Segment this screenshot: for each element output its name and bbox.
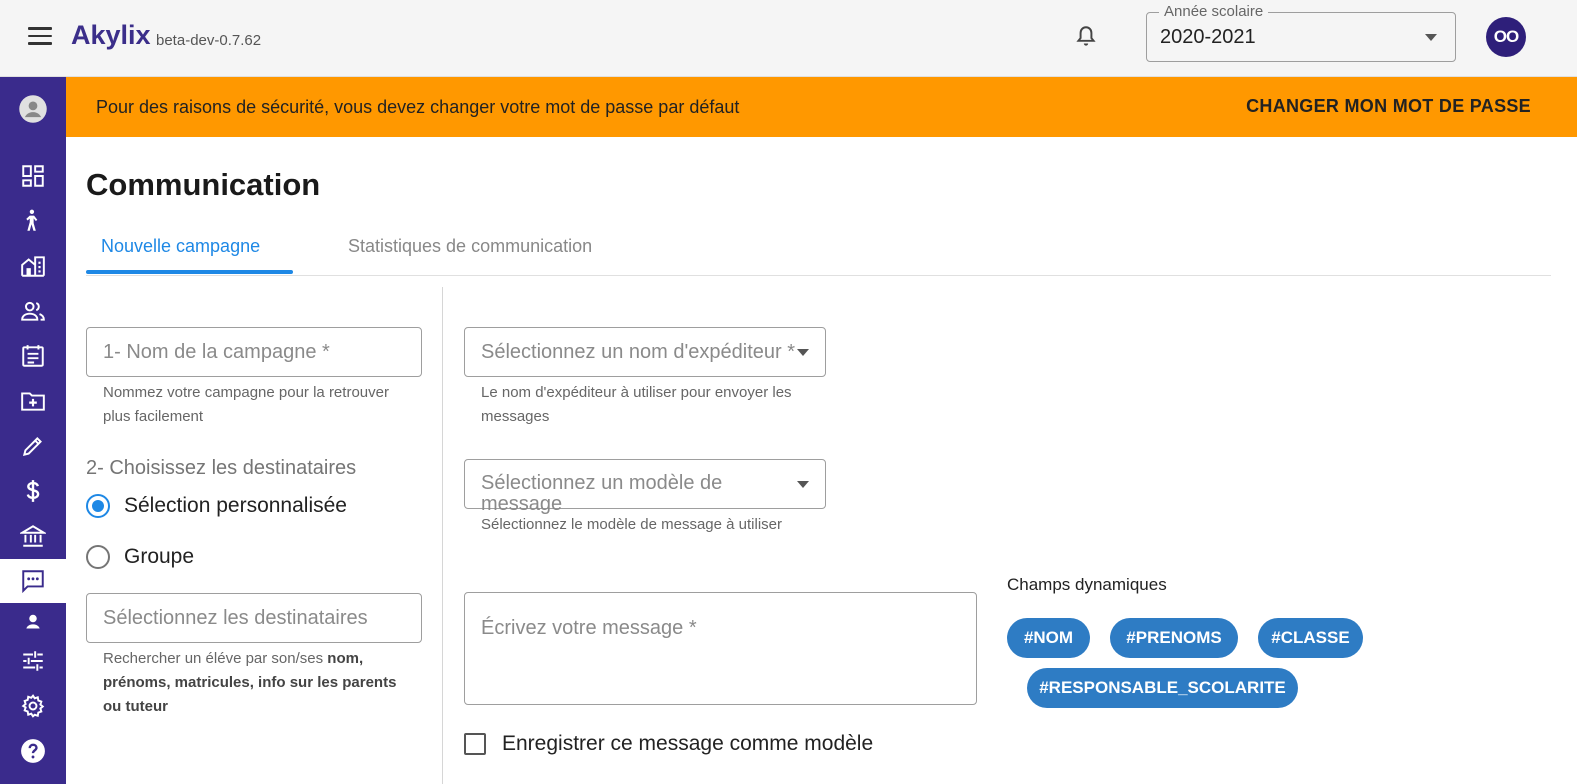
- sidebar-item-profile[interactable]: [0, 87, 66, 131]
- save-template-checkbox[interactable]: Enregistrer ce message comme modèle: [464, 732, 873, 756]
- tab-new-campaign[interactable]: Nouvelle campagne: [101, 236, 260, 257]
- account-circle-icon: [19, 95, 47, 123]
- recipients-input[interactable]: Sélectionnez les destinataires: [86, 593, 422, 643]
- campaign-name-input[interactable]: 1- Nom de la campagne *: [86, 327, 422, 377]
- gear-icon: [21, 694, 45, 718]
- sidebar: [0, 77, 66, 784]
- sidebar-item-calendar[interactable]: [0, 334, 66, 378]
- sidebar-item-people[interactable]: [0, 289, 66, 333]
- sidebar-item-communication[interactable]: [0, 559, 66, 603]
- school-year-value: 2020-2021: [1160, 26, 1256, 48]
- bell-icon[interactable]: [1073, 23, 1099, 51]
- folder-add-icon: [21, 392, 45, 411]
- banner-message: Pour des raisons de sécurité, vous devez…: [96, 97, 740, 117]
- tabs: Nouvelle campagne Statistiques de commun…: [86, 230, 1551, 276]
- sender-hint: Le nom d'expéditeur à utiliser pour envo…: [481, 384, 792, 425]
- active-tab-indicator: [86, 270, 293, 274]
- template-placeholder: Sélectionnez un modèle de message: [481, 472, 723, 515]
- chip-responsable-scolarite[interactable]: #RESPONSABLE_SCOLARITE: [1027, 668, 1298, 708]
- sidebar-item-finance[interactable]: [0, 469, 66, 513]
- sidebar-item-folder[interactable]: [0, 379, 66, 423]
- sliders-icon: [23, 651, 43, 671]
- version-label: beta-dev-0.7.62: [156, 32, 262, 49]
- column-divider: [442, 287, 443, 784]
- sender-placeholder: Sélectionnez un nom d'expéditeur *: [481, 341, 796, 363]
- radio-custom-label: Sélection personnalisée: [124, 494, 347, 517]
- template-select[interactable]: Sélectionnez un modèle de message: [464, 459, 826, 515]
- people-icon: [21, 301, 45, 321]
- sender-select[interactable]: Sélectionnez un nom d'expéditeur *: [464, 327, 826, 377]
- sidebar-item-students[interactable]: [0, 199, 66, 243]
- school-year-label: Année scolaire: [1159, 3, 1269, 20]
- avatar[interactable]: OO: [1486, 17, 1526, 57]
- save-template-label: Enregistrer ce message comme modèle: [502, 732, 874, 755]
- sidebar-item-edit[interactable]: [0, 424, 66, 468]
- school-year-select[interactable]: Année scolaire 2020-2021: [1146, 3, 1456, 62]
- campaign-name-hint: Nommez votre campagne pour la retrouver …: [103, 384, 389, 425]
- calendar-note-icon: [22, 345, 44, 367]
- sidebar-item-user[interactable]: [0, 599, 66, 643]
- radio-group[interactable]: Groupe: [86, 543, 194, 571]
- sidebar-item-bank[interactable]: [0, 514, 66, 558]
- message-placeholder: Écrivez votre message *: [481, 617, 697, 639]
- page-title: Communication: [86, 167, 321, 202]
- security-banner: Pour des raisons de sécurité, vous devez…: [66, 77, 1577, 137]
- chevron-down-icon: [1425, 34, 1437, 41]
- chevron-down-icon: [797, 481, 809, 488]
- chevron-down-icon: [797, 349, 809, 356]
- bank-icon: [20, 525, 46, 547]
- radio-unchecked-icon: [86, 545, 110, 569]
- chip-classe[interactable]: #CLASSE: [1258, 618, 1363, 658]
- student-icon: [26, 209, 38, 231]
- help-icon: [21, 739, 45, 763]
- chip-nom[interactable]: #NOM: [1007, 618, 1090, 658]
- template-hint: Sélectionnez le modèle de message à util…: [481, 516, 783, 533]
- radio-group-label: Groupe: [124, 545, 195, 568]
- building-icon: [21, 256, 45, 277]
- menu-icon[interactable]: [28, 27, 52, 47]
- top-bar: Akylix beta-dev-0.7.62 Année scolaire 20…: [0, 0, 1577, 77]
- sidebar-item-help[interactable]: [0, 729, 66, 773]
- dynamic-fields-title: Champs dynamiques: [1007, 575, 1167, 594]
- chip-prenoms[interactable]: #PRENOMS: [1110, 618, 1238, 658]
- recipients-hint-prefix: Rechercher un éléve par son/ses: [103, 650, 328, 667]
- campaign-name-placeholder: 1- Nom de la campagne *: [103, 341, 330, 363]
- recipients-placeholder: Sélectionnez les destinataires: [103, 607, 368, 629]
- checkbox-icon: [464, 733, 486, 755]
- tab-statistics[interactable]: Statistiques de communication: [348, 236, 592, 257]
- sidebar-item-buildings[interactable]: [0, 244, 66, 288]
- radio-custom-selection[interactable]: Sélection personnalisée: [86, 492, 347, 520]
- sidebar-item-dashboard[interactable]: [0, 154, 66, 198]
- radio-checked-icon: [86, 494, 110, 518]
- message-textarea[interactable]: Écrivez votre message *: [464, 592, 977, 705]
- dashboard-icon: [22, 165, 44, 187]
- message-icon: [22, 570, 44, 594]
- pencil-icon: [22, 437, 42, 457]
- recipients-hint: Rechercher un éléve par son/ses nom, pré…: [103, 647, 403, 719]
- recipients-title: 2- Choisissez les destinataires: [86, 457, 357, 479]
- person-small-icon: [26, 614, 40, 629]
- change-password-button[interactable]: CHANGER MON MOT DE PASSE: [1246, 96, 1531, 117]
- dollar-icon: [26, 480, 40, 502]
- sidebar-item-settings-sliders[interactable]: [0, 639, 66, 683]
- brand-name: Akylix: [71, 20, 151, 50]
- sidebar-item-settings[interactable]: [0, 684, 66, 728]
